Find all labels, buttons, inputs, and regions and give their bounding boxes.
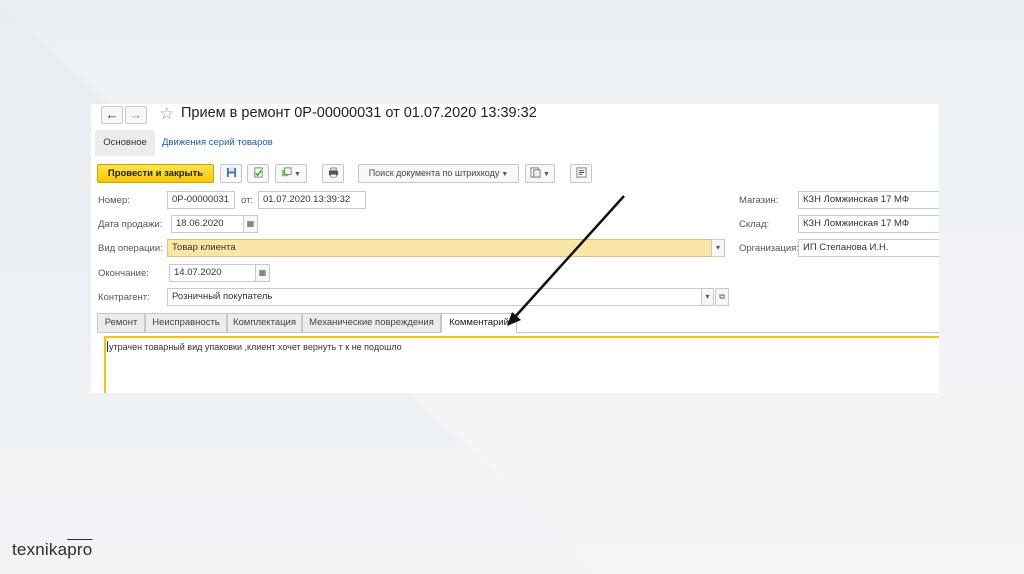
calendar-button[interactable]: ▦ — [243, 215, 258, 233]
forward-button[interactable]: → — [125, 106, 147, 124]
tab-strip: Ремонт Неисправность Комплектация Механи… — [97, 313, 939, 333]
post-button[interactable] — [247, 164, 269, 183]
warehouse-label: Склад: — [739, 219, 770, 230]
chevron-down-icon: ▾ — [715, 243, 720, 252]
arrow-left-icon: ← — [105, 107, 119, 122]
sale-date-field[interactable]: 18.06.2020 — [171, 215, 244, 233]
save-icon — [226, 167, 236, 178]
sale-date-label: Дата продажи: — [98, 219, 163, 230]
organization-field[interactable]: ИП Степанова И.Н. — [798, 239, 939, 257]
shop-field[interactable]: КЗН Ломжинская 17 МФ — [798, 191, 939, 209]
comment-text: утрачен товарный вид упаковки ,клиент хо… — [109, 342, 402, 352]
operation-field[interactable]: Товар клиента — [167, 239, 712, 257]
chevron-down-icon: ▼ — [501, 171, 509, 178]
counterparty-open[interactable]: ⧉ — [715, 288, 729, 306]
tab-kit[interactable]: Комплектация — [227, 313, 302, 333]
counterparty-dropdown[interactable]: ▾ — [701, 288, 714, 306]
calendar-button-end[interactable]: ▦ — [255, 264, 270, 282]
counterparty-field[interactable]: Розничный покупатель — [167, 288, 702, 306]
arrow-right-icon: → — [129, 107, 143, 122]
operation-label: Вид операции: — [98, 243, 163, 254]
tab-malfunction[interactable]: Неисправность — [145, 313, 227, 333]
title-bar: ← → ☆ Прием в ремонт 0Р-00000031 от 01.0… — [91, 104, 939, 128]
comment-textarea[interactable]: утрачен товарный вид упаковки ,клиент хо… — [104, 336, 939, 393]
calendar-icon: ▦ — [246, 219, 255, 228]
tab-repair[interactable]: Ремонт — [97, 313, 145, 333]
tab-mechanical-damage[interactable]: Механические повреждения — [302, 313, 441, 333]
calendar-icon: ▦ — [258, 268, 267, 277]
from-label: от: — [241, 195, 254, 206]
print-button[interactable] — [322, 164, 344, 183]
logo-accent: pro — [67, 540, 93, 559]
logo-main: texnika — [12, 540, 68, 559]
warehouse-field[interactable]: КЗН Ломжинская 17 МФ — [798, 215, 939, 233]
tab-main[interactable]: Основное — [95, 130, 155, 156]
shop-label: Магазин: — [739, 195, 779, 206]
date-time-field[interactable]: 01.07.2020 13:39:32 — [258, 191, 366, 209]
counterparty-label: Контрагент: — [98, 292, 150, 303]
number-field[interactable]: 0Р-00000031 — [167, 191, 235, 209]
tab-comment[interactable]: Комментарий — [441, 313, 517, 333]
document-window: ← → ☆ Прием в ремонт 0Р-00000031 от 01.0… — [91, 104, 939, 393]
end-label: Окончание: — [98, 268, 149, 279]
printer-icon — [328, 167, 338, 178]
post-document-icon — [253, 167, 263, 178]
star-icon[interactable]: ☆ — [159, 104, 174, 124]
page-title: Прием в ремонт 0Р-00000031 от 01.07.2020… — [181, 105, 537, 121]
operation-dropdown[interactable]: ▾ — [711, 239, 725, 257]
barcode-search-button[interactable]: Поиск документа по штрихкоду ▼ — [358, 164, 519, 183]
back-button[interactable]: ← — [101, 106, 123, 124]
toolbar: Провести и закрыть ▼ Поиск документа по … — [91, 162, 939, 186]
structure-icon — [575, 167, 587, 178]
end-date-field[interactable]: 14.07.2020 — [169, 264, 256, 282]
barcode-search-label: Поиск документа по штрихкоду — [368, 168, 500, 178]
reports-button[interactable]: ▼ — [525, 164, 555, 183]
open-icon: ⧉ — [719, 292, 725, 301]
structure-button[interactable] — [570, 164, 592, 183]
organization-label: Организация: — [739, 243, 799, 254]
number-label: Номер: — [98, 195, 130, 206]
brand-logo: texnikapro — [12, 540, 92, 560]
chevron-down-icon: ▾ — [705, 292, 710, 301]
report-icon — [530, 167, 541, 178]
tab-series-movements[interactable]: Движения серий товаров — [162, 130, 273, 156]
create-based-icon — [281, 167, 292, 177]
post-and-close-button[interactable]: Провести и закрыть — [97, 164, 214, 183]
section-tabs: Основное Движения серий товаров — [91, 130, 939, 156]
save-button[interactable] — [220, 164, 242, 183]
create-based-on-button[interactable]: ▼ — [275, 164, 307, 183]
